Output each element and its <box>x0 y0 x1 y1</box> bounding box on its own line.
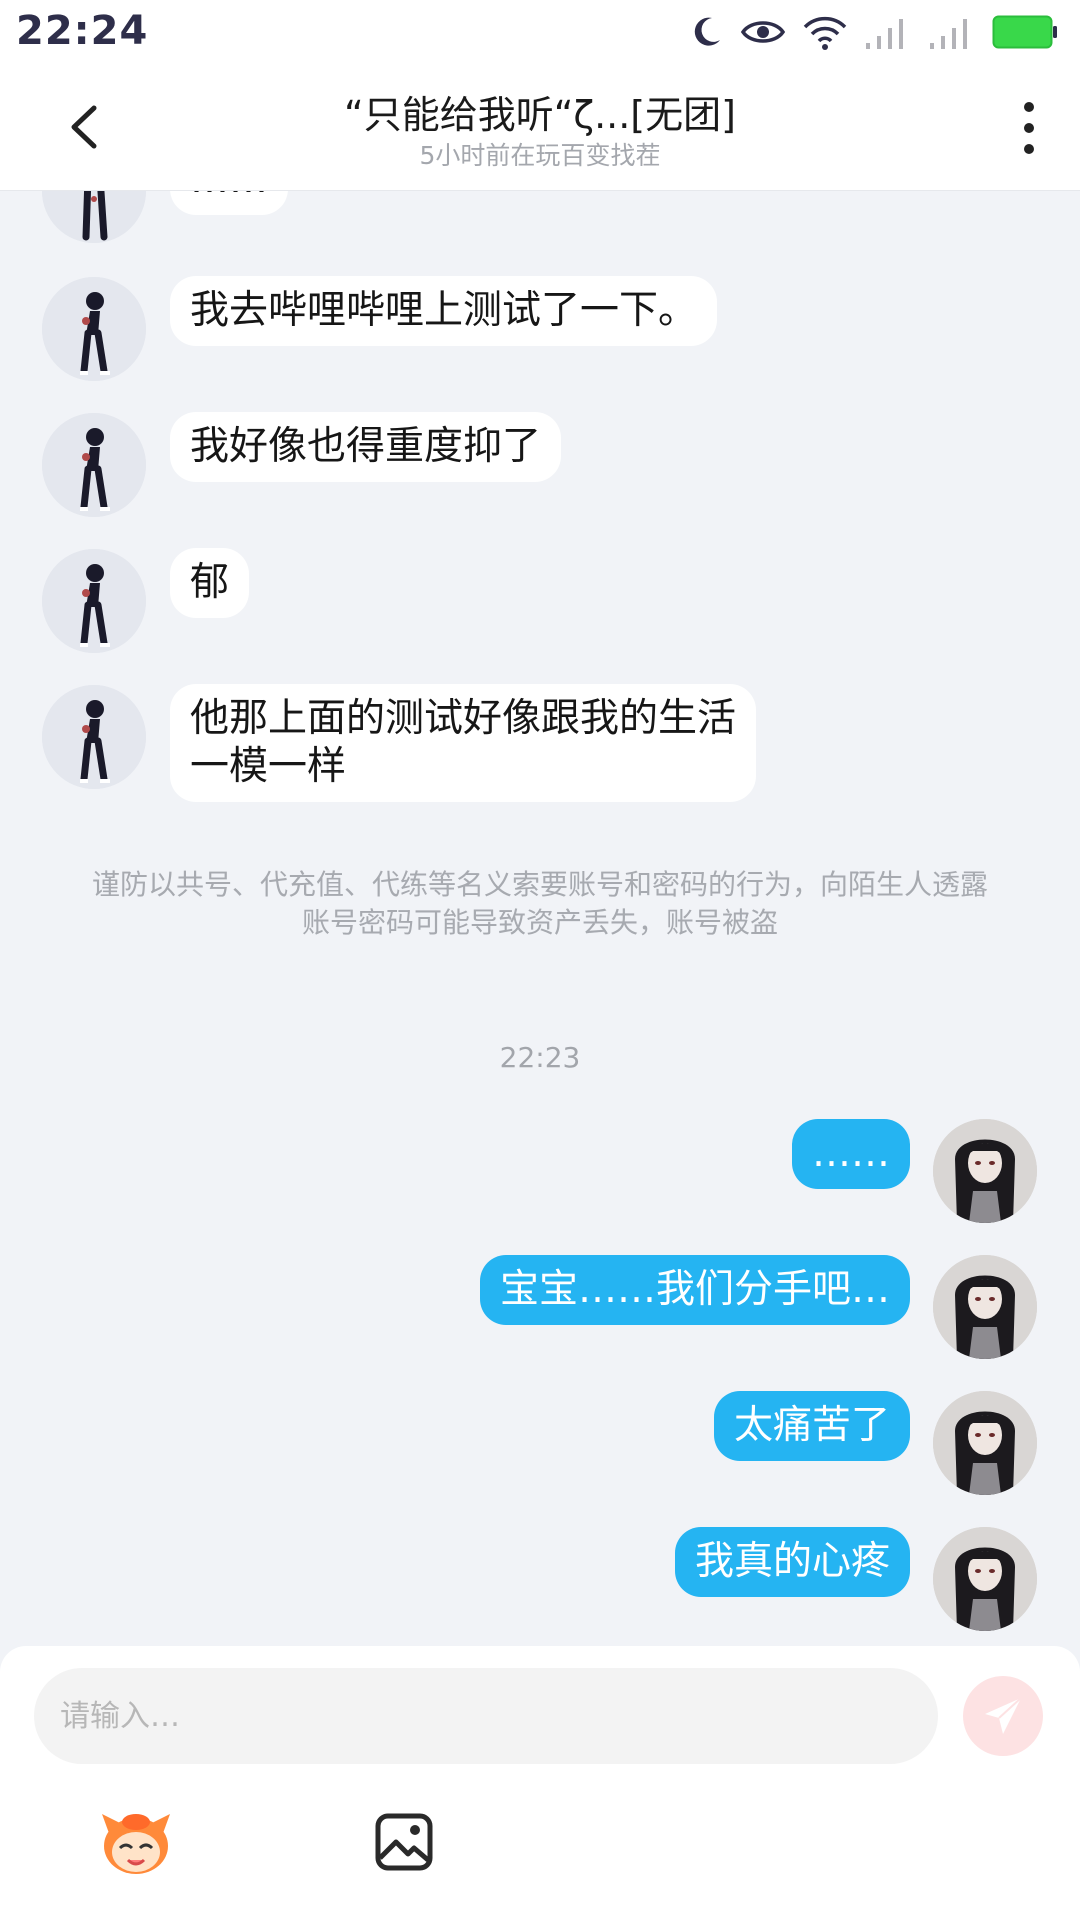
status-time: 22:24 <box>16 8 149 54</box>
incoming-message-bubble[interactable]: 我去哔哩哔哩上测试了一下。 <box>170 276 718 346</box>
incoming-message-bubble[interactable]: …… <box>170 191 288 215</box>
emoji-sticker-button[interactable] <box>96 1806 176 1878</box>
my-avatar[interactable] <box>933 1391 1037 1495</box>
doll-avatar-image <box>933 1391 1037 1495</box>
incoming-message-bubble[interactable]: 我好像也得重度抑了 <box>170 412 562 482</box>
eye-icon <box>740 21 786 43</box>
doll-avatar-image <box>933 1255 1037 1359</box>
chat-header: “只能给我听“ζ...[无团] 5小时前在玩百变找茬 <box>0 64 1080 191</box>
avatar[interactable] <box>42 277 146 381</box>
signal-icon-1 <box>866 19 903 49</box>
incoming-message-bubble[interactable]: 他那上面的测试好像跟我的生活 一模一样 <box>170 684 757 802</box>
chat-subtitle: 5小时前在玩百变找茬 <box>419 141 661 170</box>
message-timestamp: 22:23 <box>499 1041 581 1074</box>
mascot-sticker-icon <box>102 1814 170 1874</box>
more-options-button[interactable] <box>1014 100 1044 156</box>
status-bar: 22:24 <box>0 0 1080 64</box>
avatar[interactable] <box>42 549 146 653</box>
more-vertical-icon <box>1024 102 1034 154</box>
outgoing-message-bubble[interactable]: 宝宝……我们分手吧… <box>479 1255 910 1325</box>
outgoing-message-bubble[interactable]: 太痛苦了 <box>713 1391 910 1461</box>
incoming-message-bubble[interactable]: 郁 <box>170 548 250 618</box>
moon-icon <box>694 17 720 46</box>
status-icons <box>688 10 1058 54</box>
wifi-icon <box>803 16 847 50</box>
character-avatar-image <box>42 191 146 243</box>
doll-avatar-image <box>933 1119 1037 1223</box>
outgoing-message-bubble[interactable]: 我真的心疼 <box>674 1527 910 1597</box>
chat-title[interactable]: “只能给我听“ζ...[无团] <box>0 84 1080 139</box>
paper-plane-icon <box>985 1697 1022 1734</box>
image-icon <box>375 1813 433 1871</box>
message-input[interactable] <box>34 1668 938 1764</box>
chat-area[interactable]: …… 我去哔哩哔哩上测试了一下。 我好像也得重度抑了 <box>0 191 1080 1646</box>
security-notice: 谨防以共号、代充值、代练等名义索要账号和密码的行为，向陌生人透露账号密码可能导致… <box>91 868 988 939</box>
outgoing-message-bubble[interactable]: …… <box>792 1119 910 1189</box>
image-picker-button[interactable] <box>374 1812 434 1872</box>
signal-icon-2 <box>930 19 967 49</box>
my-avatar[interactable] <box>933 1527 1037 1631</box>
avatar[interactable] <box>42 191 146 243</box>
doll-avatar-image <box>933 1527 1037 1631</box>
battery-icon <box>992 15 1057 49</box>
avatar[interactable] <box>42 413 146 517</box>
my-avatar[interactable] <box>933 1255 1037 1359</box>
my-avatar[interactable] <box>933 1119 1037 1223</box>
character-avatar-image <box>42 277 146 381</box>
avatar[interactable] <box>42 685 146 789</box>
message-input-panel <box>0 1646 1080 1920</box>
character-avatar-image <box>42 549 146 653</box>
send-button[interactable] <box>963 1676 1043 1756</box>
character-avatar-image <box>42 685 146 789</box>
character-avatar-image <box>42 413 146 517</box>
